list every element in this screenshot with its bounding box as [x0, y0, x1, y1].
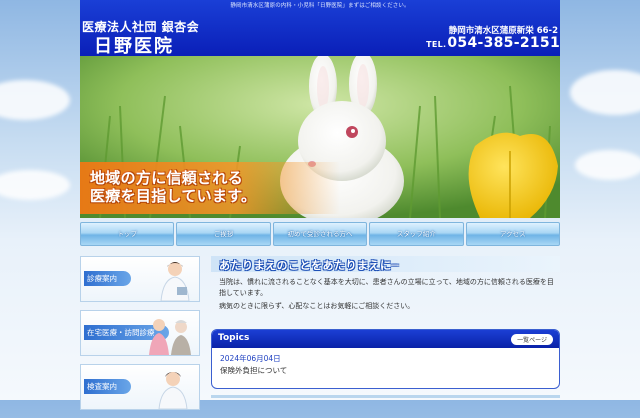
topics-panel: Topics 一覧ページ 2024年06月04日 保険外負担について	[211, 329, 560, 389]
sidebar-item-label: 診療案内	[84, 271, 131, 286]
topic-date: 2024年06月04日	[220, 354, 281, 363]
hero-caption-line2: 医療を目指しています。	[90, 187, 257, 205]
phone-number[interactable]: TEL.054-385-2151	[426, 35, 560, 51]
nav-item-first-visit[interactable]: 初めて受診される方へ	[272, 222, 368, 246]
site-header: 静岡市清水区蒲原の内科・小児科「日野医院」まずはご相談ください。 医療法人社団 …	[80, 0, 560, 58]
motto-text: あたりまえのことをあたりまえに─	[219, 259, 399, 272]
intro-text: 当院は、慣れに流されることなく基本を大切に、患者さんの立場に立って、地域の方に信…	[219, 277, 555, 312]
sidebar-item-home-care[interactable]: 在宅医療・訪問診療	[80, 310, 200, 356]
nurse-illustration-icon	[160, 262, 190, 301]
section-divider	[211, 395, 560, 398]
intro-paragraph-2: 病気のときに限らず、心配なことはお気軽にご相談ください。	[219, 302, 415, 310]
cloud-decoration	[570, 70, 640, 115]
clinic-name-logo[interactable]: 日野医院	[94, 32, 174, 58]
sidebar-item-label: 検査案内	[84, 379, 131, 394]
topics-title: Topics	[218, 333, 250, 343]
main-content: あたりまえのことをあたりまえに─ 当院は、慣れに流されることなく基本を大切に、患…	[211, 256, 560, 398]
motto-banner: あたりまえのことをあたりまえに─	[211, 256, 560, 272]
header-tagline: 静岡市清水区蒲原の内科・小児科「日野医院」まずはご相談ください。	[230, 3, 410, 9]
topics-header: Topics 一覧ページ	[212, 330, 559, 348]
nav-item-access[interactable]: アクセス	[465, 222, 561, 246]
topics-list-page-button[interactable]: 一覧ページ	[511, 334, 553, 345]
nav-item-greeting[interactable]: ご挨拶	[176, 222, 271, 246]
sidebar-item-consultation[interactable]: 診療案内	[80, 256, 200, 302]
hero-caption-line1: 地域の方に信頼される	[90, 169, 244, 187]
hero-image: 地域の方に信頼される 医療を目指しています。	[80, 56, 560, 218]
sidebar: 診療案内 在宅医療・訪問診療 検査案内	[80, 256, 200, 418]
home-care-illustration-icon	[149, 319, 191, 355]
cloud-decoration	[0, 170, 70, 200]
sidebar-item-examination[interactable]: 検査案内	[80, 364, 200, 410]
tel-number: 054-385-2151	[447, 35, 560, 51]
tel-prefix: TEL.	[426, 40, 447, 49]
global-nav: トップ ご挨拶 初めて受診される方へ スタッフ紹介 アクセス	[80, 222, 561, 246]
doctor-illustration-icon	[158, 372, 188, 409]
nav-item-top[interactable]: トップ	[80, 222, 175, 246]
hero-caption: 地域の方に信頼される 医療を目指しています。	[90, 169, 326, 205]
topic-link[interactable]: 保険外負担について	[220, 365, 287, 376]
cloud-decoration	[575, 150, 640, 180]
intro-paragraph-1: 当院は、慣れに流されることなく基本を大切に、患者さんの立場に立って、地域の方に信…	[219, 278, 554, 297]
nav-item-staff[interactable]: スタッフ紹介	[369, 222, 464, 246]
cloud-decoration	[0, 80, 70, 120]
